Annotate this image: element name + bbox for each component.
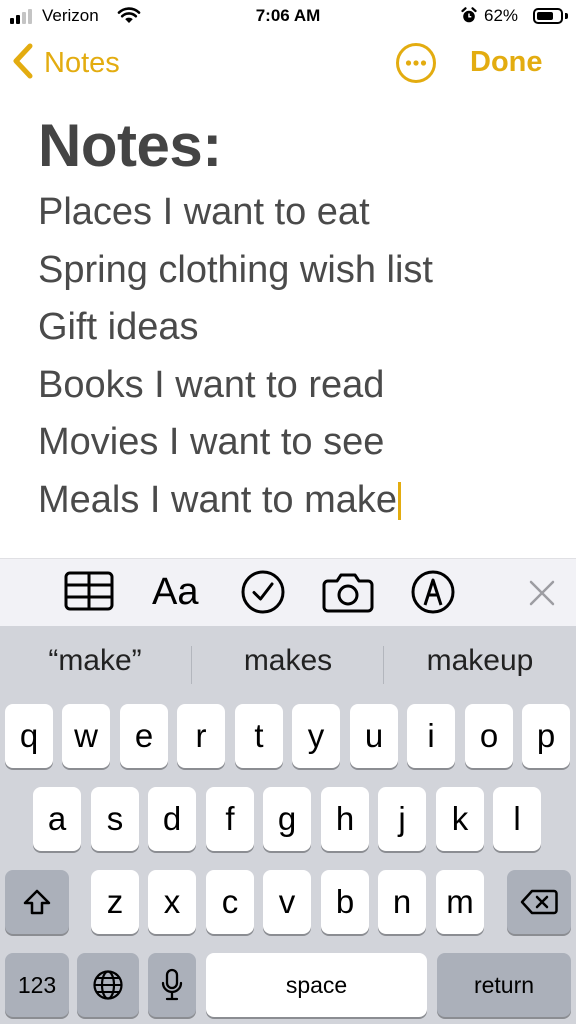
key-b[interactable]: b: [321, 870, 369, 934]
table-icon: [64, 571, 114, 611]
chevron-left-icon: [12, 42, 34, 85]
back-label: Notes: [44, 47, 120, 79]
format-icon: Aa: [152, 571, 199, 613]
note-line[interactable]: Movies I want to see: [38, 414, 558, 472]
suggestion-divider: [191, 646, 192, 684]
key-r[interactable]: r: [177, 704, 225, 768]
delete-key[interactable]: [507, 870, 571, 934]
battery-icon: [533, 8, 563, 24]
key-k[interactable]: k: [436, 787, 484, 851]
suggestion-divider: [383, 646, 384, 684]
note-editor[interactable]: Notes: Places I want to eat Spring cloth…: [38, 108, 558, 529]
suggestion-3[interactable]: makeup: [385, 644, 575, 678]
format-toolbar: Aa: [0, 558, 576, 626]
battery-nub: [565, 13, 568, 19]
back-button[interactable]: Notes: [12, 42, 120, 85]
note-title[interactable]: Notes:: [38, 108, 558, 184]
close-toolbar-button[interactable]: [528, 579, 556, 612]
key-u[interactable]: u: [350, 704, 398, 768]
key-f[interactable]: f: [206, 787, 254, 851]
key-j[interactable]: j: [378, 787, 426, 851]
key-m[interactable]: m: [436, 870, 484, 934]
navigation-bar: Notes Done: [0, 34, 576, 94]
key-c[interactable]: c: [206, 870, 254, 934]
checklist-icon: [241, 570, 285, 614]
key-n[interactable]: n: [378, 870, 426, 934]
globe-icon: [93, 970, 123, 1000]
note-line-text: Meals I want to make: [38, 478, 398, 521]
note-line[interactable]: Books I want to read: [38, 357, 558, 415]
key-x[interactable]: x: [148, 870, 196, 934]
alarm-icon: [461, 7, 477, 29]
key-y[interactable]: y: [292, 704, 340, 768]
done-button[interactable]: Done: [470, 46, 543, 79]
markup-icon: [411, 570, 455, 614]
table-button[interactable]: [64, 571, 114, 616]
key-d[interactable]: d: [148, 787, 196, 851]
note-line[interactable]: Gift ideas: [38, 299, 558, 357]
camera-button[interactable]: [322, 571, 374, 618]
key-g[interactable]: g: [263, 787, 311, 851]
key-t[interactable]: t: [235, 704, 283, 768]
key-i[interactable]: i: [407, 704, 455, 768]
key-v[interactable]: v: [263, 870, 311, 934]
more-button[interactable]: [395, 42, 437, 84]
key-o[interactable]: o: [465, 704, 513, 768]
status-bar: Verizon 7:06 AM 62%: [0, 0, 576, 34]
more-icon: [396, 43, 436, 83]
key-e[interactable]: e: [120, 704, 168, 768]
return-key[interactable]: return: [437, 953, 571, 1017]
key-w[interactable]: w: [62, 704, 110, 768]
key-q[interactable]: q: [5, 704, 53, 768]
key-l[interactable]: l: [493, 787, 541, 851]
close-icon: [529, 580, 555, 606]
note-line[interactable]: Places I want to eat: [38, 184, 558, 242]
suggestion-2[interactable]: makes: [193, 644, 383, 678]
shift-icon: [23, 889, 51, 915]
shift-key[interactable]: [5, 870, 69, 934]
camera-icon: [322, 573, 374, 613]
microphone-icon: [161, 968, 183, 1001]
globe-key[interactable]: [77, 953, 139, 1017]
space-key[interactable]: space: [206, 953, 427, 1017]
microphone-key[interactable]: [148, 953, 196, 1017]
note-line[interactable]: Spring clothing wish list: [38, 242, 558, 300]
delete-icon: [520, 889, 558, 915]
text-cursor: [398, 481, 402, 520]
markup-button[interactable]: [410, 569, 456, 620]
key-a[interactable]: a: [33, 787, 81, 851]
note-line-last[interactable]: Meals I want to make: [38, 472, 558, 530]
battery-percent: 62%: [484, 6, 519, 25]
checklist-button[interactable]: [240, 569, 286, 620]
numbers-key[interactable]: 123: [5, 953, 69, 1017]
key-z[interactable]: z: [91, 870, 139, 934]
format-button[interactable]: Aa: [152, 571, 198, 614]
suggestion-quoted[interactable]: “make”: [0, 644, 190, 678]
key-s[interactable]: s: [91, 787, 139, 851]
key-p[interactable]: p: [522, 704, 570, 768]
keyboard: “make” makes makeup q w e r t y u i o p …: [0, 626, 576, 1024]
key-h[interactable]: h: [321, 787, 369, 851]
